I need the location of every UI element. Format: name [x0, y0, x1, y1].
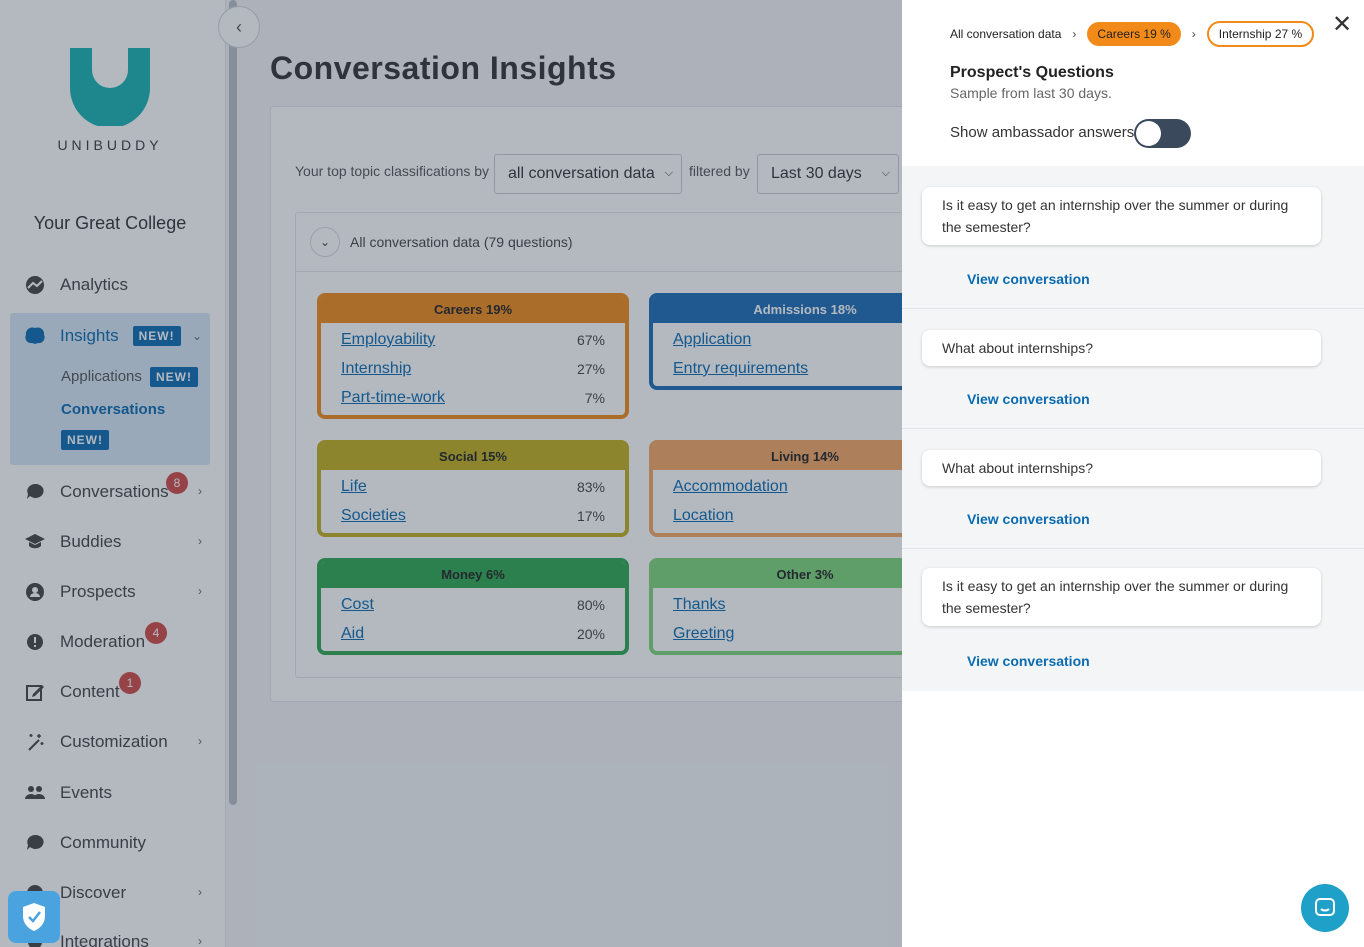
ambassador-answers-toggle[interactable]: [1134, 119, 1191, 148]
close-icon[interactable]: ✕: [1332, 10, 1352, 39]
question-item: Is it easy to get an internship over the…: [902, 549, 1364, 691]
breadcrumb: All conversation data › Careers 19 % › I…: [950, 20, 1315, 48]
privacy-shield-button[interactable]: [8, 891, 60, 943]
panel-title: Prospect's Questions: [950, 64, 1114, 81]
question-bubble: What about internships?: [922, 450, 1321, 486]
view-conversation-link[interactable]: View conversation: [967, 653, 1090, 669]
questions-list: Is it easy to get an internship over the…: [902, 166, 1364, 691]
chat-icon: [1315, 898, 1335, 916]
question-bubble: What about internships?: [922, 330, 1321, 366]
shield-check-icon: [23, 903, 45, 931]
question-bubble: Is it easy to get an internship over the…: [922, 187, 1321, 245]
question-bubble: Is it easy to get an internship over the…: [922, 568, 1321, 626]
modal-overlay[interactable]: [0, 0, 902, 947]
help-chat-button[interactable]: [1301, 884, 1349, 932]
panel-subtitle: Sample from last 30 days.: [950, 85, 1112, 101]
view-conversation-link[interactable]: View conversation: [967, 391, 1090, 407]
chevron-right-icon: ›: [1191, 27, 1196, 41]
breadcrumb-internship[interactable]: Internship 27 %: [1206, 21, 1315, 47]
questions-panel: All conversation data › Careers 19 % › I…: [902, 0, 1364, 947]
view-conversation-link[interactable]: View conversation: [967, 511, 1090, 527]
question-item: What about internships? View conversatio…: [902, 429, 1364, 549]
toggle-knob: [1136, 121, 1161, 146]
question-item: Is it easy to get an internship over the…: [902, 166, 1364, 309]
view-conversation-link[interactable]: View conversation: [967, 271, 1090, 287]
toggle-label: Show ambassador answers: [950, 124, 1135, 141]
chevron-right-icon: ›: [1072, 27, 1077, 41]
question-item: What about internships? View conversatio…: [902, 309, 1364, 429]
breadcrumb-all[interactable]: All conversation data: [950, 27, 1061, 41]
breadcrumb-careers[interactable]: Careers 19 %: [1087, 22, 1181, 46]
